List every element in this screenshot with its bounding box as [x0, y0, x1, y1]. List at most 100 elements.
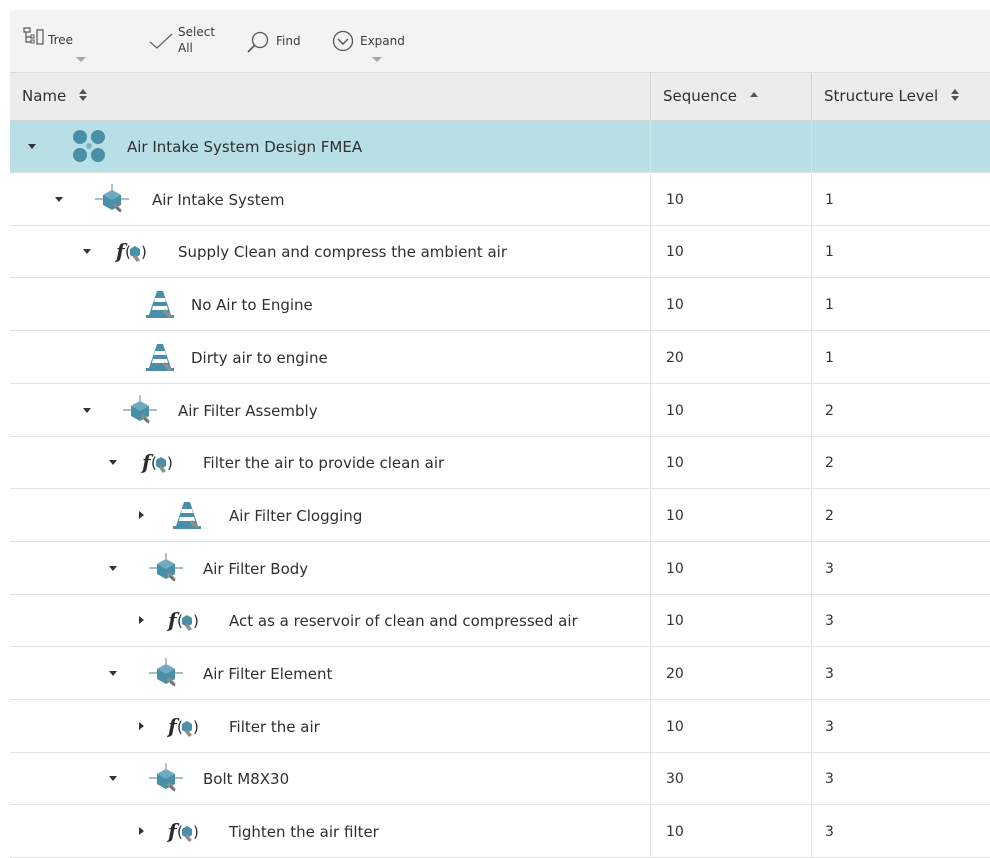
expand-arrow-icon[interactable]: [139, 616, 144, 625]
row-label: Filter the air to provide clean air: [203, 454, 445, 473]
expand-label: Expand: [360, 34, 405, 48]
find-button[interactable]: Find: [246, 10, 316, 72]
expand-dropdown-caret[interactable]: [372, 57, 382, 62]
row-label: Act as a reservoir of clean and compress…: [229, 612, 578, 631]
search-icon: [247, 31, 269, 53]
name-cell[interactable]: Air Filter Element: [10, 648, 650, 700]
table-header: Name Sequence Structure Level: [10, 73, 990, 121]
table-row[interactable]: f() Act as a reservoir of clean and compr…: [10, 595, 990, 648]
structure-element-icon: [149, 552, 183, 585]
table-row[interactable]: Dirty air to engine 20 1: [10, 331, 990, 384]
name-cell[interactable]: f() Tighten the air filter: [10, 806, 650, 858]
table-row[interactable]: f() Filter the air 10 3: [10, 700, 990, 753]
svg-text:(: (: [151, 454, 157, 472]
structure-element-icon: [149, 658, 183, 690]
table-row[interactable]: Bolt M8X30 30 3: [10, 753, 990, 806]
table-row[interactable]: f() Supply Clean and compress the ambient…: [10, 226, 990, 279]
row-label: Air Intake System Design FMEA: [127, 138, 363, 156]
collapse-arrow-icon[interactable]: [109, 671, 117, 676]
sequence-cell: 10: [666, 507, 684, 524]
table-row[interactable]: No Air to Engine 10 1: [10, 279, 990, 332]
row-label: Air Filter Body: [203, 559, 309, 578]
table-row[interactable]: Air Filter Clogging 10 2: [10, 489, 990, 542]
select-all-label-line1: Select: [178, 25, 216, 39]
svg-text:): ): [193, 718, 199, 736]
table-row[interactable]: Air Intake System Design FMEA: [10, 121, 990, 173]
table-row[interactable]: Air Intake System 10 1: [10, 173, 990, 226]
structure-level-cell: 1: [825, 349, 834, 366]
structure-level-cell: 3: [825, 666, 834, 682]
expand-arrow-icon[interactable]: [139, 721, 144, 730]
checkmark-icon: [149, 33, 173, 49]
table-row[interactable]: Air Filter Body 10 3: [10, 542, 990, 595]
tree-icon: [23, 27, 44, 45]
name-cell[interactable]: Air Filter Clogging: [10, 490, 650, 542]
sort-both-icon: [79, 88, 88, 101]
name-cell[interactable]: Air Filter Assembly: [10, 385, 650, 437]
table-row[interactable]: f() Filter the air to provide clean air 10…: [10, 437, 990, 490]
structure-level-cell: 1: [825, 244, 834, 261]
svg-text:): ): [193, 612, 199, 630]
tree-view-button[interactable]: Tree: [20, 10, 90, 72]
sequence-cell: 10: [666, 402, 684, 419]
column-header-sequence[interactable]: Sequence: [651, 73, 791, 120]
row-label: Dirty air to engine: [191, 348, 328, 367]
sequence-cell: 30: [666, 771, 684, 788]
collapse-arrow-icon[interactable]: [28, 144, 36, 149]
name-cell[interactable]: Air Filter Body: [10, 543, 650, 595]
expand-button[interactable]: Expand: [332, 10, 432, 72]
name-cell[interactable]: Air Intake System: [10, 174, 650, 226]
structure-level-cell: 3: [825, 771, 834, 788]
function-icon: f(): [166, 605, 199, 637]
select-all-button[interactable]: Select All: [148, 10, 228, 72]
name-cell[interactable]: No Air to Engine: [10, 279, 650, 331]
tree-dropdown-caret[interactable]: [76, 57, 86, 62]
table-row[interactable]: Air Filter Assembly 10 2: [10, 384, 990, 437]
structure-level-cell: 3: [825, 718, 834, 735]
row-label: Bolt M8X30: [203, 770, 290, 789]
function-icon: f(): [166, 711, 199, 743]
table-row[interactable]: f() Tighten the air filter 10 3: [10, 806, 990, 858]
function-icon: f(): [166, 816, 199, 848]
column-structure-level-label: Structure Level: [824, 87, 939, 105]
name-cell[interactable]: Dirty air to engine: [10, 332, 650, 384]
sequence-cell: 10: [666, 244, 684, 261]
structure-level-cell: 1: [825, 297, 834, 314]
row-label: Supply Clean and compress the ambient ai…: [178, 243, 508, 262]
row-label: No Air to Engine: [191, 296, 313, 315]
name-cell[interactable]: f() Supply Clean and compress the ambient…: [10, 226, 650, 278]
sequence-cell: 20: [666, 666, 684, 682]
name-cell[interactable]: f() Filter the air: [10, 701, 650, 753]
table-row[interactable]: Air Filter Element 20 3: [10, 648, 990, 700]
find-label: Find: [276, 34, 301, 48]
name-cell[interactable]: Bolt M8X30: [10, 753, 650, 805]
collapse-arrow-icon[interactable]: [109, 776, 117, 782]
collapse-arrow-icon[interactable]: [83, 249, 91, 255]
sequence-cell: 10: [666, 824, 684, 841]
expand-arrow-icon[interactable]: [139, 510, 144, 519]
collapse-arrow-icon[interactable]: [55, 196, 63, 202]
row-label: Tighten the air filter: [229, 823, 379, 842]
svg-text:(: (: [125, 243, 131, 261]
column-header-structure-level[interactable]: Structure Level: [812, 73, 990, 120]
sequence-cell: 10: [666, 560, 684, 577]
structure-element-icon: [123, 394, 157, 427]
collapse-arrow-icon[interactable]: [83, 407, 91, 413]
collapse-arrow-icon[interactable]: [109, 565, 117, 571]
collapse-arrow-icon[interactable]: [109, 460, 117, 466]
column-header-name[interactable]: Name: [10, 73, 650, 120]
expand-arrow-icon[interactable]: [139, 827, 144, 836]
sequence-cell: 10: [666, 613, 684, 630]
svg-text:(: (: [177, 612, 183, 630]
fmea-root-icon: [70, 128, 105, 162]
svg-text:): ): [193, 823, 199, 841]
row-label: Air Intake System: [152, 190, 285, 209]
name-cell[interactable]: Air Intake System Design FMEA: [10, 121, 650, 173]
name-cell[interactable]: f() Filter the air to provide clean air: [10, 437, 650, 489]
name-cell[interactable]: f() Act as a reservoir of clean and compr…: [10, 595, 650, 647]
tree-label: Tree: [48, 33, 74, 47]
sequence-cell: 10: [666, 718, 684, 735]
structure-element-icon: [149, 763, 183, 795]
structure-level-cell: 3: [825, 613, 834, 630]
sequence-cell: 10: [666, 455, 684, 472]
